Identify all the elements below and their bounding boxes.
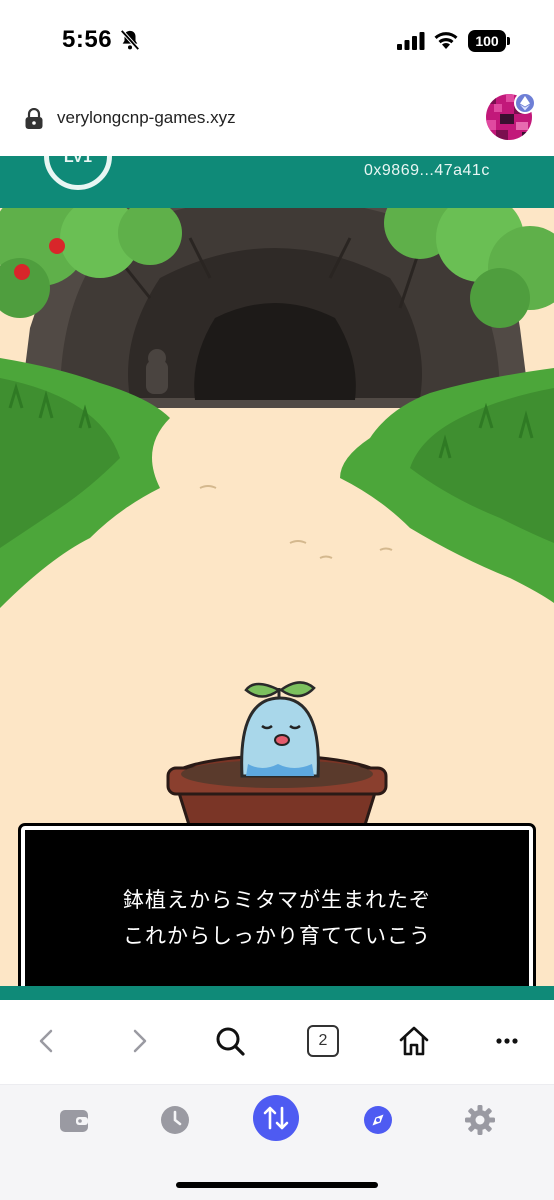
- more-icon[interactable]: [490, 1024, 524, 1058]
- battery-icon: 100: [468, 30, 510, 52]
- search-icon[interactable]: [213, 1024, 247, 1058]
- back-icon[interactable]: [30, 1024, 64, 1058]
- home-icon[interactable]: [397, 1024, 431, 1058]
- wifi-icon: [434, 32, 458, 49]
- game-header: LV1 0x9869...47a41c: [0, 156, 554, 208]
- ethereum-network-icon: [514, 92, 536, 114]
- settings-icon[interactable]: [463, 1103, 497, 1137]
- browser-toolbar: [0, 1000, 554, 1084]
- browser-compass-icon[interactable]: [361, 1103, 395, 1137]
- dialog-line-1: 鉢植えからミタマが生まれたぞ: [123, 888, 431, 912]
- level-label: LV1: [63, 156, 93, 166]
- lock-icon: [25, 108, 43, 129]
- dialog-box[interactable]: 鉢植えからミタマが生まれたぞ これからしっかり育てていこう: [18, 823, 536, 999]
- battery-level: 100: [468, 30, 506, 52]
- game-footer-strip: [0, 986, 554, 1000]
- status-time: 5:56: [62, 26, 113, 53]
- wallet-address: 0x9869...47a41c: [364, 162, 490, 179]
- bell-slash-icon: [120, 29, 140, 51]
- home-indicator: [176, 1182, 378, 1188]
- status-bar: 5:56 100: [0, 0, 554, 84]
- signal-icon: [397, 32, 425, 50]
- wallet-icon[interactable]: [57, 1103, 91, 1137]
- tabs-button[interactable]: 2: [307, 1025, 339, 1057]
- swap-icon[interactable]: [253, 1095, 299, 1141]
- dialog-line-2: これからしっかり育てていこう: [123, 924, 431, 948]
- url-text[interactable]: verylongcnp-games.xyz: [57, 108, 236, 128]
- level-badge: LV1: [44, 156, 112, 190]
- address-bar[interactable]: verylongcnp-games.xyz: [0, 84, 554, 156]
- forward-icon[interactable]: [122, 1024, 156, 1058]
- history-icon[interactable]: [158, 1103, 192, 1137]
